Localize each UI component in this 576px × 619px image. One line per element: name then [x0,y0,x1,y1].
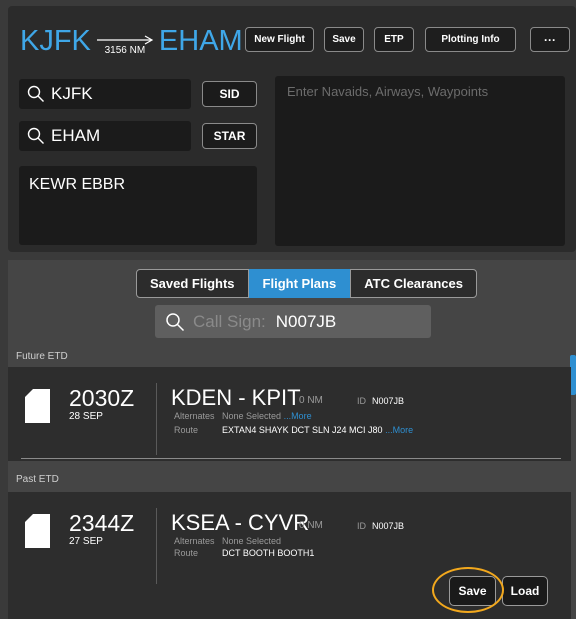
tab-saved-flights[interactable]: Saved Flights [136,269,249,298]
route-label: Route [174,548,199,558]
past-etd-header: Past ETD [16,473,59,485]
etp-button[interactable]: ETP [374,27,414,52]
route-panel: KJFK 3156 NM EHAM New Flight Save ETP Pl… [8,6,576,252]
route-value: EXTAN4 SHAYK DCT SLN J24 MCI J80 ...More [222,425,413,435]
tab-flight-plans[interactable]: Flight Plans [248,269,351,298]
alternates-value: None Selected ...More [222,411,312,421]
alternates-more-link[interactable]: ...More [284,411,312,421]
flight-card-future[interactable]: 2030Z 28 SEP KDEN - KPIT 0 NM ID N007JB … [8,367,571,461]
airport-pair: KDEN - KPIT [171,385,301,410]
alternates-value: None Selected [222,536,282,546]
id-value: N007JB [372,396,405,406]
id-label: ID [357,521,366,531]
flight-time: 2344Z [69,510,135,536]
flight-time: 2030Z [69,385,135,411]
highlight-ring [432,567,504,613]
alternates-field[interactable]: KEWR EBBR [19,166,257,245]
flight-distance: 0 NM [299,520,323,531]
search-icon [166,312,185,331]
search-icon [27,85,44,102]
route-title: KJFK 3156 NM EHAM [20,18,243,58]
id-value: N007JB [372,521,405,531]
airport-pair: KSEA - CYVR [171,510,310,535]
divider [156,508,157,584]
search-icon [27,127,44,144]
alternates-label: Alternates [174,411,215,421]
divider [21,458,561,459]
destination-code: EHAM [158,25,243,57]
route-label: Route [174,425,199,435]
arrow-right-icon [96,35,154,45]
document-icon [25,389,50,423]
flights-panel: Saved Flights Flight Plans ATC Clearance… [8,260,576,619]
distance-indicator: 3156 NM [96,35,154,56]
new-flight-button[interactable]: New Flight [245,27,314,52]
route-distance: 3156 NM [104,45,146,56]
sid-button[interactable]: SID [202,81,257,107]
route-text: EXTAN4 SHAYK DCT SLN J24 MCI J80 [222,425,383,435]
document-icon [25,514,50,548]
route-more-link[interactable]: ...More [385,425,413,435]
call-sign-label: Call Sign: [193,311,266,331]
origin-code: KJFK [20,25,91,57]
navaids-input[interactable]: Enter Navaids, Airways, Waypoints [275,76,565,246]
future-etd-header: Future ETD [16,350,68,362]
route-value: DCT BOOTH BOOTH1 [222,548,315,558]
more-menu-button[interactable]: ··· [530,27,570,52]
alternates-text: None Selected [222,411,282,421]
call-sign-value: N007JB [275,311,337,331]
flight-distance: 0 NM [299,395,323,406]
departure-value: KJFK [51,84,93,103]
id-label: ID [357,396,366,406]
arrival-field[interactable]: EHAM [19,121,191,151]
flight-date: 28 SEP [69,411,103,422]
alternates-label: Alternates [174,536,215,546]
arrival-value: EHAM [51,126,101,145]
flight-date: 27 SEP [69,536,103,547]
star-button[interactable]: STAR [202,123,257,149]
divider [156,383,157,455]
departure-field[interactable]: KJFK [19,79,191,109]
tab-bar: Saved Flights Flight Plans ATC Clearance… [136,269,477,298]
plotting-info-button[interactable]: Plotting Info [425,27,516,52]
load-flight-plan-button[interactable]: Load [502,576,548,606]
call-sign-search[interactable]: Call Sign: N007JB [155,305,431,338]
save-flight-button[interactable]: Save [324,27,364,52]
tab-atc-clearances[interactable]: ATC Clearances [350,269,477,298]
